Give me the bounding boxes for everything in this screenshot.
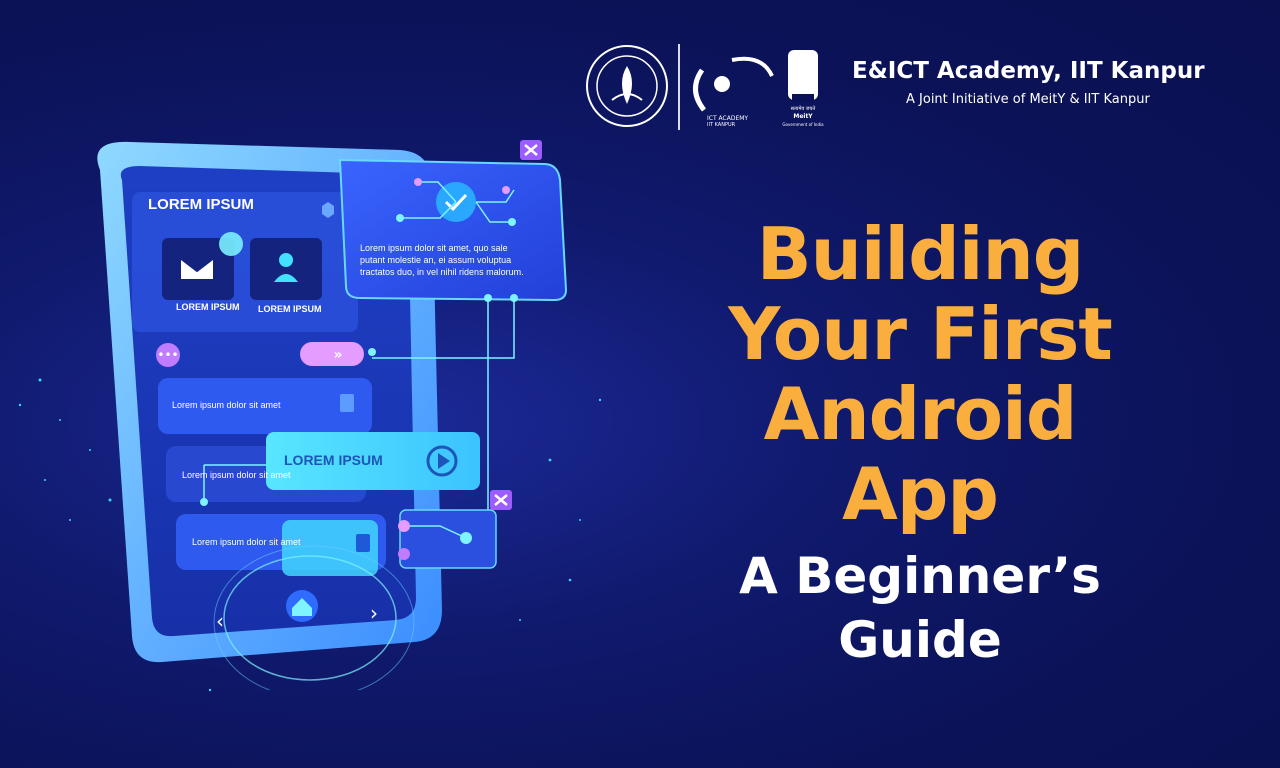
emblem-text-2: MeitY — [793, 113, 813, 120]
list-item-2: Lorem ipsum dolor sit amet — [182, 470, 291, 480]
ict-logo-text-2: IIT KANPUR — [707, 122, 736, 128]
ict-logo-text-1: ICT ACADEMY — [707, 115, 748, 122]
ict-logo — [714, 76, 730, 92]
emblem-text-1: सत्यमेव जयते — [791, 105, 816, 112]
logo-divider — [678, 44, 680, 130]
user-icon — [279, 253, 293, 267]
forward-icon — [300, 342, 364, 366]
popup-text-line-2: putant molestie an, ei assum voluptua — [360, 255, 512, 265]
list-item-3: Lorem ipsum dolor sit amet — [192, 537, 301, 547]
headline: Building Your First Android App A Beginn… — [640, 214, 1200, 672]
org-subtitle: A Joint Initiative of MeitY & IIT Kanpur — [906, 92, 1150, 107]
svg-text:‹: ‹ — [216, 609, 224, 633]
popup-text-line-3: tractatos duo, in vel nihil ridens malor… — [360, 267, 524, 277]
subtitle-line-2: Guide — [838, 611, 1002, 669]
user-label: LOREM IPSUM — [258, 304, 322, 314]
headline-line-1: Building — [756, 212, 1085, 296]
subtitle: A Beginner’s Guide — [640, 544, 1200, 672]
svg-text:›: › — [370, 601, 378, 625]
logos-svg: ICT ACADEMY IIT KANPUR सत्यमेव जयते Meit… — [586, 45, 824, 128]
popup-text-line-1: Lorem ipsum dolor sit amet, quo sale — [360, 243, 508, 253]
emblem-text-3: Government of India — [782, 122, 824, 127]
trash-icon — [340, 394, 354, 412]
headline-line-2: Your First — [728, 292, 1112, 376]
list-item-1: Lorem ipsum dolor sit amet — [172, 400, 281, 410]
popup-panel — [338, 158, 568, 302]
mail-label: LOREM IPSUM — [176, 302, 240, 312]
headline-line-3: Android — [763, 372, 1078, 456]
card-header: LOREM IPSUM — [148, 196, 254, 213]
user-tile — [250, 238, 322, 300]
phone-illustration: ••• » ‹ › — [97, 140, 568, 690]
floating-button-label: LOREM IPSUM — [284, 452, 383, 468]
subtitle-line-1: A Beginner’s — [739, 547, 1101, 605]
headline-line-4: App — [842, 452, 999, 536]
org-title: E&ICT Academy, IIT Kanpur — [852, 58, 1205, 84]
popup-text: Lorem ipsum dolor sit amet, quo sale put… — [360, 242, 560, 278]
logo-group: ICT ACADEMY IIT KANPUR सत्यमेव जयते Meit… — [582, 40, 842, 132]
svg-text:»: » — [333, 347, 342, 363]
emblem — [788, 50, 818, 100]
svg-text:•••: ••• — [157, 348, 178, 362]
